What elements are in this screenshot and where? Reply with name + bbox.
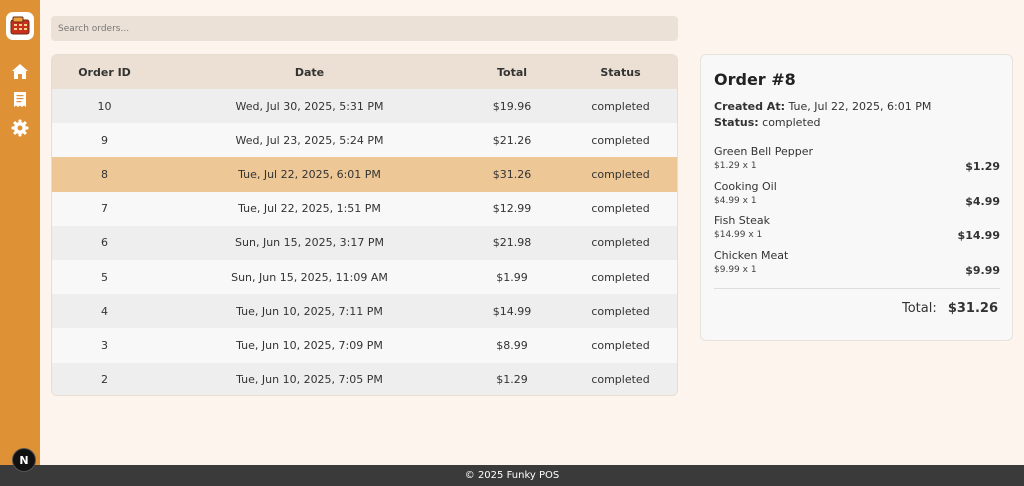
order-date-cell: Wed, Jul 23, 2025, 5:24 PM <box>157 123 462 158</box>
order-detail-panel: Order #8 Created At: Tue, Jul 22, 2025, … <box>700 54 1013 341</box>
order-date-cell: Tue, Jun 10, 2025, 7:05 PM <box>157 362 462 395</box>
app-logo[interactable] <box>6 12 34 40</box>
order-total-cell: $1.99 <box>462 259 562 295</box>
order-total-cell: $19.96 <box>462 89 562 124</box>
order-status-cell: completed <box>562 225 677 260</box>
item-quantity: $1.29 x 1 <box>714 161 757 171</box>
footer-copyright: © 2025 Funky POS <box>464 470 560 481</box>
order-id-cell: 10 <box>52 89 157 124</box>
home-icon <box>12 63 28 79</box>
item-quantity: $4.99 x 1 <box>714 196 757 206</box>
order-total-cell: $8.99 <box>462 328 562 363</box>
order-status-cell: completed <box>562 259 677 295</box>
table-header-row: Order ID Date Total Status <box>52 55 677 89</box>
search-input[interactable] <box>51 16 678 41</box>
nav-orders[interactable] <box>8 87 32 111</box>
created-at-value: Tue, Jul 22, 2025, 6:01 PM <box>788 100 932 113</box>
order-status: Status: completed <box>714 116 821 129</box>
column-header-date[interactable]: Date <box>157 55 462 89</box>
column-header-status[interactable]: Status <box>562 55 677 89</box>
order-id-cell: 8 <box>52 157 157 192</box>
order-date-cell: Tue, Jun 10, 2025, 7:09 PM <box>157 328 462 363</box>
order-date-cell: Sun, Jun 15, 2025, 3:17 PM <box>157 225 462 260</box>
column-header-total[interactable]: Total <box>462 55 562 89</box>
dev-badge-label: N <box>19 453 29 467</box>
order-total-cell: $21.26 <box>462 123 562 158</box>
order-date-cell: Sun, Jun 15, 2025, 11:09 AM <box>157 259 462 295</box>
order-status-cell: completed <box>562 294 677 329</box>
order-status-cell: completed <box>562 89 677 124</box>
order-line-item: Cooking Oil $4.99 x 1 $4.99 <box>714 180 1000 208</box>
nav-settings[interactable] <box>8 116 32 140</box>
order-status-cell: completed <box>562 123 677 158</box>
receipt-icon <box>14 91 26 107</box>
item-price: $9.99 <box>965 264 1000 277</box>
table-row[interactable]: 4 Tue, Jun 10, 2025, 7:11 PM $14.99 comp… <box>52 294 677 329</box>
item-price: $4.99 <box>965 195 1000 208</box>
order-status-cell: completed <box>562 362 677 395</box>
order-line-item: Green Bell Pepper $1.29 x 1 $1.29 <box>714 145 1000 173</box>
orders-table: Order ID Date Total Status 10 Wed, Jul 3… <box>52 55 677 395</box>
order-detail-title: Order #8 <box>714 70 796 89</box>
order-line-item: Fish Steak $14.99 x 1 $14.99 <box>714 214 1000 242</box>
cash-register-icon <box>10 16 30 35</box>
table-row-selected[interactable]: 8 Tue, Jul 22, 2025, 6:01 PM $31.26 comp… <box>52 157 677 192</box>
table-row[interactable]: 6 Sun, Jun 15, 2025, 3:17 PM $21.98 comp… <box>52 225 677 260</box>
order-total-cell: $12.99 <box>462 191 562 226</box>
order-status-cell: completed <box>562 191 677 226</box>
item-quantity: $9.99 x 1 <box>714 265 757 275</box>
sidebar <box>0 0 40 465</box>
table-row[interactable]: 3 Tue, Jun 10, 2025, 7:09 PM $8.99 compl… <box>52 328 677 363</box>
order-total-cell: $1.29 <box>462 362 562 395</box>
order-date-cell: Tue, Jul 22, 2025, 6:01 PM <box>157 157 462 192</box>
table-row[interactable]: 5 Sun, Jun 15, 2025, 11:09 AM $1.99 comp… <box>52 259 677 295</box>
table-row[interactable]: 2 Tue, Jun 10, 2025, 7:05 PM $1.29 compl… <box>52 362 677 395</box>
order-created-at: Created At: Tue, Jul 22, 2025, 6:01 PM <box>714 100 931 113</box>
order-total-cell: $21.98 <box>462 225 562 260</box>
footer: © 2025 Funky POS <box>0 465 1024 486</box>
order-date-cell: Tue, Jul 22, 2025, 1:51 PM <box>157 191 462 226</box>
order-total-value: $31.26 <box>947 301 998 316</box>
order-id-cell: 4 <box>52 294 157 329</box>
order-status-cell: completed <box>562 157 677 192</box>
item-name: Fish Steak <box>714 214 770 227</box>
order-line-item: Chicken Meat $9.99 x 1 $9.99 <box>714 249 1000 277</box>
column-header-order-id[interactable]: Order ID <box>52 55 157 89</box>
order-date-cell: Tue, Jun 10, 2025, 7:11 PM <box>157 294 462 329</box>
order-id-cell: 5 <box>52 259 157 295</box>
order-date-cell: Wed, Jul 30, 2025, 5:31 PM <box>157 89 462 124</box>
order-total-cell: $31.26 <box>462 157 562 192</box>
orders-table-container: Order ID Date Total Status 10 Wed, Jul 3… <box>51 54 678 396</box>
order-total-cell: $14.99 <box>462 294 562 329</box>
item-price: $14.99 <box>957 229 1000 242</box>
item-price: $1.29 <box>965 160 1000 173</box>
order-status-cell: completed <box>562 328 677 363</box>
table-row[interactable]: 10 Wed, Jul 30, 2025, 5:31 PM $19.96 com… <box>52 89 677 124</box>
order-id-cell: 3 <box>52 328 157 363</box>
dev-badge[interactable]: N <box>12 448 36 472</box>
item-name: Green Bell Pepper <box>714 145 813 158</box>
order-id-cell: 2 <box>52 362 157 395</box>
status-label: Status: <box>714 116 759 129</box>
status-value: completed <box>762 116 821 129</box>
item-name: Cooking Oil <box>714 180 777 193</box>
table-row[interactable]: 9 Wed, Jul 23, 2025, 5:24 PM $21.26 comp… <box>52 123 677 158</box>
gear-icon <box>11 119 29 137</box>
total-divider <box>714 288 1000 289</box>
table-row[interactable]: 7 Tue, Jul 22, 2025, 1:51 PM $12.99 comp… <box>52 191 677 226</box>
created-at-label: Created At: <box>714 100 785 113</box>
order-total-label: Total: <box>902 301 937 316</box>
order-id-cell: 7 <box>52 191 157 226</box>
order-id-cell: 6 <box>52 225 157 260</box>
nav-home[interactable] <box>8 59 32 83</box>
item-name: Chicken Meat <box>714 249 789 262</box>
order-id-cell: 9 <box>52 123 157 158</box>
